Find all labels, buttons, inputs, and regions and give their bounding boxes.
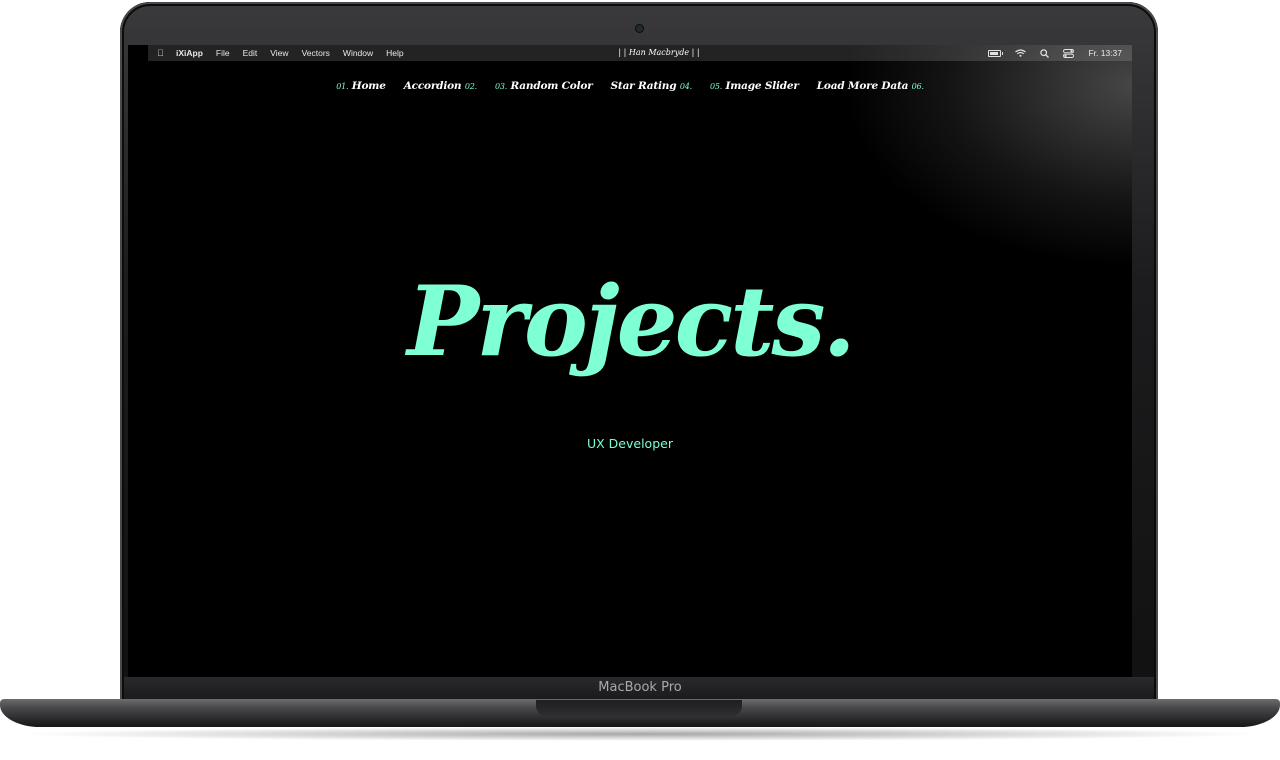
menu-clock[interactable]: Fr. 13:37 <box>1088 45 1122 61</box>
nav-number: 05. <box>709 82 723 91</box>
nav-label: Home <box>351 80 386 92</box>
nav-number: 04. <box>679 82 692 91</box>
menu-items: iXiApp File Edit View Vectors Window Hel… <box>176 45 404 61</box>
nav-label: Image Slider <box>725 80 799 92</box>
status-area: Fr. 13:37 <box>988 45 1122 61</box>
nav-number: 02. <box>464 82 477 91</box>
hero-subtitle: UX Developer <box>587 436 673 451</box>
menu-vectors[interactable]: Vectors <box>302 45 330 61</box>
menu-help[interactable]: Help <box>386 45 403 61</box>
control-center-icon[interactable] <box>1063 48 1075 58</box>
wifi-icon[interactable] <box>1015 49 1027 57</box>
nav-number: 01. <box>336 82 349 91</box>
nav-accordion[interactable]: Accordion 02. <box>404 80 477 92</box>
menu-file[interactable]: File <box>216 45 230 61</box>
menu-view[interactable]: View <box>270 45 288 61</box>
lid-notch <box>536 700 742 716</box>
nav-load-more-data[interactable]: Load More Data 06. <box>817 80 924 92</box>
nav-random-color[interactable]: 03. Random Color <box>495 80 593 92</box>
nav-label: Star Rating <box>610 80 677 92</box>
menu-bar:  iXiApp File Edit View Vectors Window H… <box>148 45 1132 61</box>
site-nav: 01. Home Accordion 02. 03. Random Color … <box>128 80 1132 92</box>
nav-star-rating[interactable]: Star Rating 04. <box>610 80 693 92</box>
search-icon[interactable] <box>1040 48 1050 58</box>
nav-label: Load More Data <box>816 80 909 92</box>
macbook-mockup:  iXiApp File Edit View Vectors Window H… <box>0 0 1280 760</box>
screen:  iXiApp File Edit View Vectors Window H… <box>128 45 1132 677</box>
nav-image-slider[interactable]: 05. Image Slider <box>710 80 799 92</box>
battery-icon[interactable] <box>988 49 1004 57</box>
device-shadow <box>10 727 1270 741</box>
device-brand-label: MacBook Pro <box>598 680 682 695</box>
camera-icon <box>636 25 643 32</box>
hero-title: Projects. <box>407 265 856 378</box>
menu-edit[interactable]: Edit <box>243 45 258 61</box>
nav-label: Random Color <box>510 80 593 92</box>
menu-window[interactable]: Window <box>343 45 373 61</box>
nav-home[interactable]: 01. Home <box>336 80 386 92</box>
nav-number: 06. <box>911 82 924 91</box>
nav-number: 03. <box>494 82 508 91</box>
nav-label: Accordion <box>403 80 462 92</box>
apple-icon[interactable]:  <box>157 45 164 61</box>
site-title: | | Han Macbryde | | <box>618 48 700 57</box>
menu-app-name[interactable]: iXiApp <box>176 45 203 61</box>
